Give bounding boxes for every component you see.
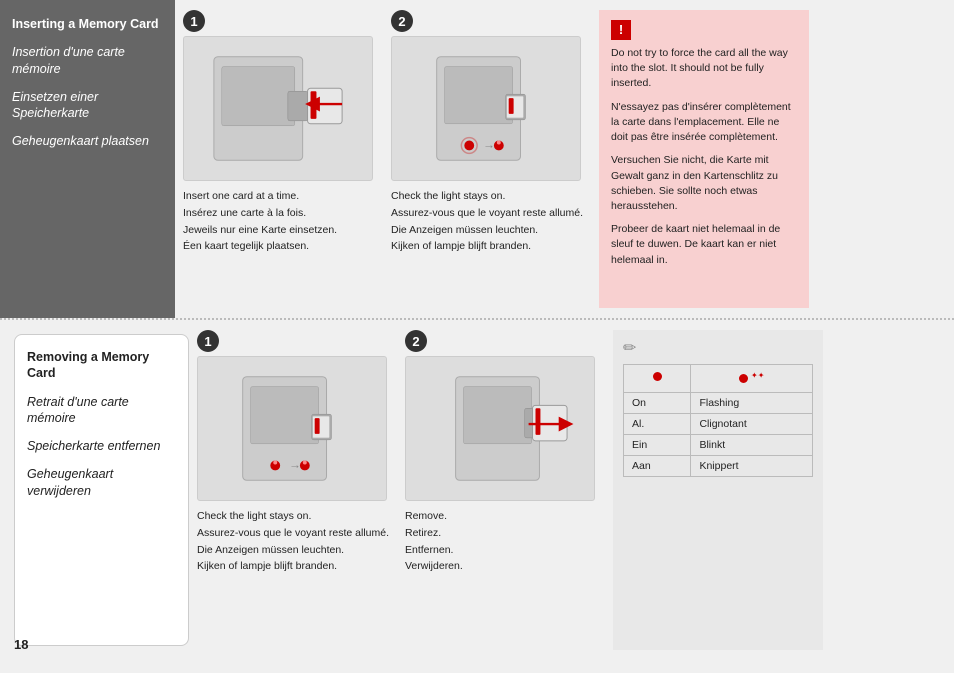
top-sidebar-title4: Geheugenkaart plaatsen xyxy=(12,133,163,149)
bottom-sidebar-title2: Retrait d'une carte mémoire xyxy=(27,394,176,427)
top-step1: 1 xyxy=(183,10,383,308)
top-warning-box: ! Do not try to force the card all the w… xyxy=(599,10,809,308)
top-content: 1 xyxy=(175,0,954,318)
top-step2-caption: Check the light stays on. Assurez-vous q… xyxy=(391,189,591,256)
note-table-row: Al.Clignotant xyxy=(624,413,813,434)
bottom-sidebar: Removing a Memory Card Retrait d'une car… xyxy=(14,334,189,646)
warning-p1: Do not try to force the card all the way… xyxy=(611,46,797,92)
bottom-step1-caption: Check the light stays on. Assurez-vous q… xyxy=(197,509,397,576)
top-section: Inserting a Memory Card Insertion d'une … xyxy=(0,0,954,320)
top-sidebar-title2: Insertion d'une carte mémoire xyxy=(12,44,163,77)
bottom-step2-image xyxy=(405,356,595,501)
svg-text:→: → xyxy=(289,457,301,471)
bottom-step1: 1 → xyxy=(197,330,397,650)
note-table-cell: Clignotant xyxy=(691,413,813,434)
note-table-row: EinBlinkt xyxy=(624,434,813,455)
note-table-cell: Al. xyxy=(624,413,691,434)
note-table-cell: Knippert xyxy=(691,455,813,476)
warning-p2: N'essayez pas d'insérer complètement la … xyxy=(611,100,797,146)
bottom-step1-image: → xyxy=(197,356,387,501)
warning-p3: Versuchen Sie nicht, die Karte mit Gewal… xyxy=(611,153,797,214)
top-sidebar-title1: Inserting a Memory Card xyxy=(12,16,163,32)
warning-p4: Probeer de kaart niet helemaal in de sle… xyxy=(611,222,797,268)
dot-red-flash-icon xyxy=(739,374,748,383)
bottom-sidebar-title3: Speicherkarte entfernen xyxy=(27,438,176,454)
bottom-step2-caption: Remove. Retirez. Entfernen. Verwijderen. xyxy=(405,509,605,576)
note-box: ✏ ✦✦ xyxy=(613,330,823,650)
page: Inserting a Memory Card Insertion d'une … xyxy=(0,0,954,673)
bottom-sidebar-title4: Geheugenkaart verwijderen xyxy=(27,466,176,499)
warning-icon: ! xyxy=(611,20,631,40)
pencil-icon: ✏ xyxy=(623,338,813,358)
page-number: 18 xyxy=(14,637,28,652)
bottom-section: Removing a Memory Card Retrait d'une car… xyxy=(0,320,954,660)
top-step2-number: 2 xyxy=(391,10,413,32)
top-sidebar: Inserting a Memory Card Insertion d'une … xyxy=(0,0,175,318)
top-step2-image: → xyxy=(391,36,581,181)
top-step1-number: 1 xyxy=(183,10,205,32)
bottom-sidebar-title1: Removing a Memory Card xyxy=(27,349,176,382)
bottom-step1-number: 1 xyxy=(197,330,219,352)
top-step1-image xyxy=(183,36,373,181)
top-sidebar-title3: Einsetzen einer Speicherkarte xyxy=(12,89,163,122)
note-table-row: AanKnippert xyxy=(624,455,813,476)
bottom-content: 1 → xyxy=(189,320,954,660)
note-table-header-col2: ✦✦ xyxy=(691,365,813,393)
note-table-cell: Ein xyxy=(624,434,691,455)
note-table-cell: On xyxy=(624,392,691,413)
bottom-step2-number: 2 xyxy=(405,330,427,352)
top-step1-caption: Insert one card at a time. Insérez une c… xyxy=(183,189,383,256)
top-step2: 2 → xyxy=(391,10,591,308)
note-table-cell: Blinkt xyxy=(691,434,813,455)
note-table: ✦✦ OnFlashingAl.ClignotantEinBlinktAanKn… xyxy=(623,364,813,477)
svg-text:→: → xyxy=(483,137,495,151)
note-table-header-col1 xyxy=(624,365,691,393)
note-table-row: OnFlashing xyxy=(624,392,813,413)
dot-red-icon xyxy=(653,372,662,381)
note-table-cell: Flashing xyxy=(691,392,813,413)
note-table-cell: Aan xyxy=(624,455,691,476)
bottom-step2: 2 xyxy=(405,330,605,650)
